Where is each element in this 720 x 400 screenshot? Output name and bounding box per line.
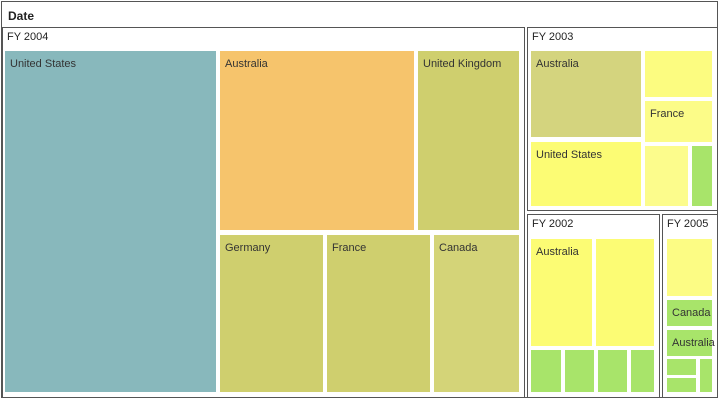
cell-label: Australia: [536, 58, 579, 70]
treemap-cell-canada[interactable]: Canada: [434, 235, 519, 392]
treemap-cell-france[interactable]: France: [645, 101, 712, 142]
treemap-cell[interactable]: [598, 350, 627, 392]
treemap-cell[interactable]: [667, 239, 712, 296]
cell-label: Germany: [225, 242, 271, 254]
group-label: FY 2004: [7, 31, 49, 43]
treemap-cell[interactable]: [667, 378, 696, 392]
cell-label: France: [332, 242, 367, 254]
chart-title: Date: [8, 9, 35, 23]
treemap-cell[interactable]: [692, 146, 712, 206]
treemap-cell[interactable]: [700, 359, 712, 392]
treemap-cell-united-kingdom[interactable]: United Kingdom: [418, 51, 519, 230]
cell-label: United Kingdom: [423, 58, 502, 70]
treemap-cell-united-states[interactable]: United States: [5, 51, 216, 392]
cell-label: Canada: [439, 242, 478, 254]
treemap-cell[interactable]: [565, 350, 594, 392]
cell-label: Australia: [536, 246, 579, 258]
treemap-cell-australia[interactable]: Australia: [531, 239, 592, 346]
treemap-cell-canada[interactable]: Canada: [667, 300, 712, 326]
cell-label: France: [650, 108, 685, 120]
treemap-cell[interactable]: [596, 239, 654, 346]
treemap-cell-australia[interactable]: Australia: [531, 51, 641, 137]
cell-label: United States: [536, 149, 603, 161]
treemap-cell-germany[interactable]: Germany: [220, 235, 323, 392]
treemap-cell[interactable]: [645, 146, 688, 206]
cell-label: United States: [10, 58, 77, 70]
group-label: FY 2002: [532, 218, 574, 230]
cell-label: Australia: [225, 58, 268, 70]
treemap-cell[interactable]: [667, 359, 696, 375]
treemap-cell[interactable]: [631, 350, 654, 392]
treemap-cell[interactable]: [645, 51, 712, 97]
treemap-cell-australia[interactable]: Australia: [667, 330, 715, 356]
cell-label: Australia: [672, 337, 715, 349]
treemap-cell-france[interactable]: France: [327, 235, 430, 392]
treemap-cell-united-states[interactable]: United States: [531, 142, 641, 206]
group-label: FY 2003: [532, 31, 574, 43]
treemap-cell-australia[interactable]: Australia: [220, 51, 414, 230]
treemap-cell[interactable]: [531, 350, 561, 392]
cell-label: Canada: [672, 307, 711, 319]
group-label: FY 2005: [667, 218, 709, 230]
